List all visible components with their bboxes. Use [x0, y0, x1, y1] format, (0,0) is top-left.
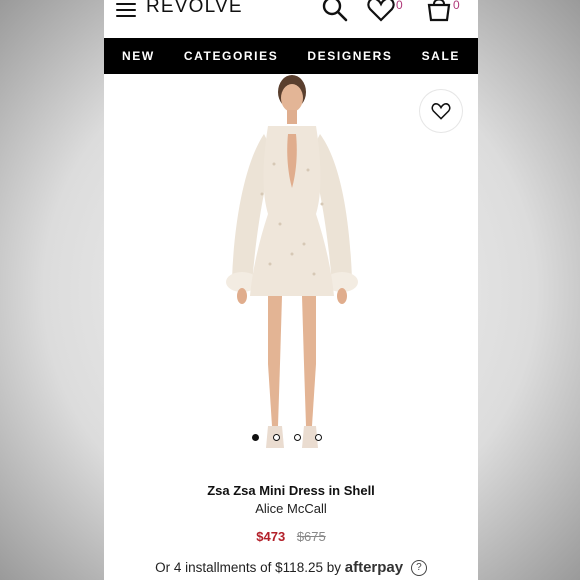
menu-icon[interactable]	[116, 3, 136, 17]
product-image	[226, 75, 358, 448]
sale-price: $473	[256, 529, 286, 544]
carousel-dot[interactable]	[252, 434, 259, 441]
installments-info: Or 4 installments of $118.25 by afterpay…	[104, 559, 478, 577]
nav-new[interactable]: NEW	[122, 49, 155, 63]
installments-text: Or 4 installments of $118.25 by	[155, 560, 341, 575]
carousel-indicators	[252, 434, 322, 441]
afterpay-logo: afterpay	[344, 559, 404, 576]
bag-count: 0	[453, 0, 460, 12]
product-title: Zsa Zsa Mini Dress in Shell	[207, 483, 375, 498]
category-nav: NEW CATEGORIES DESIGNERS SALE	[104, 38, 478, 74]
carousel-dot[interactable]	[294, 434, 301, 441]
search-icon[interactable]	[322, 0, 348, 22]
add-to-wishlist-button[interactable]	[420, 90, 462, 132]
logo[interactable]: REVOLVE	[146, 0, 243, 18]
product-image-carousel[interactable]	[104, 74, 478, 459]
nav-categories[interactable]: CATEGORIES	[184, 49, 278, 63]
top-bar: REVOLVE 0 0	[104, 0, 478, 38]
heart-icon	[431, 103, 451, 120]
nav-designers[interactable]: DESIGNERS	[307, 49, 392, 63]
carousel-dot[interactable]	[315, 434, 322, 441]
original-price: $675	[296, 529, 326, 544]
product-brand[interactable]: Alice McCall	[104, 501, 478, 516]
wishlist-count: 0	[396, 0, 403, 12]
app-screen: REVOLVE 0 0 NEW CATEGORIES DESIGNERS SAL…	[104, 0, 478, 580]
help-icon[interactable]: ?	[410, 560, 427, 577]
price-block: $473 $675	[104, 529, 478, 544]
nav-sale[interactable]: SALE	[422, 49, 460, 63]
carousel-dot[interactable]	[273, 434, 280, 441]
bag-icon[interactable]	[426, 0, 452, 22]
heart-icon[interactable]	[367, 0, 395, 22]
